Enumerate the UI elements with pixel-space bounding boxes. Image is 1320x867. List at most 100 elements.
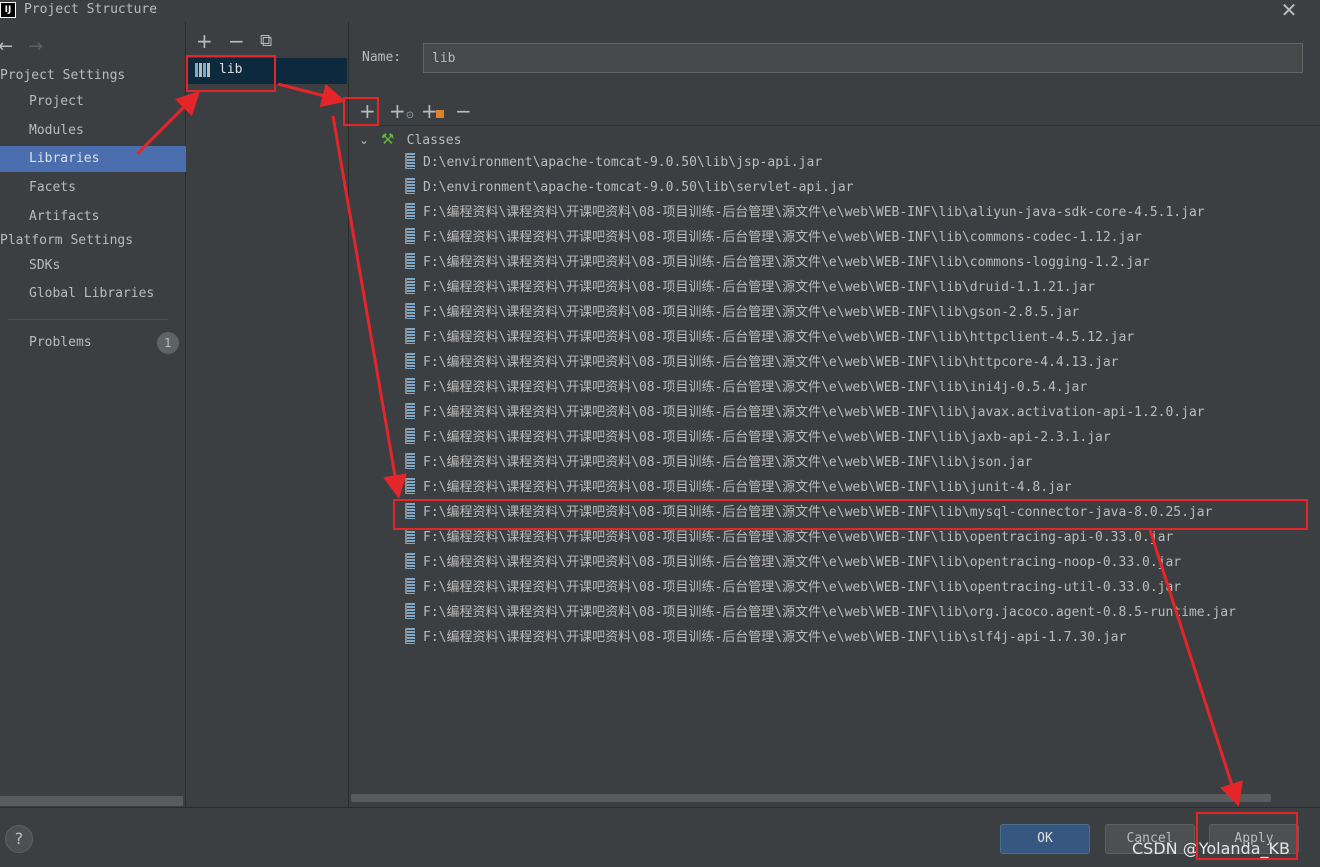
jar-file-icon — [405, 578, 415, 594]
jar-path: D:\environment\apache-tomcat-9.0.50\lib\… — [423, 155, 823, 170]
title-bar: IJ Project Structure ✕ — [0, 0, 1320, 22]
jar-file-icon — [405, 603, 415, 619]
ok-button[interactable]: OK — [1000, 824, 1090, 854]
jar-file-icon — [405, 153, 415, 169]
annotation-box-add — [343, 97, 379, 126]
jar-path: F:\编程资料\课程资料\开课吧资料\08-项目训练-后台管理\源文件\e\we… — [423, 280, 1096, 295]
copy-library-icon[interactable]: ⧉ — [260, 30, 272, 52]
jar-row[interactable]: F:\编程资料\课程资料\开课吧资料\08-项目训练-后台管理\源文件\e\we… — [405, 225, 1142, 250]
jar-path: F:\编程资料\课程资料\开课吧资料\08-项目训练-后台管理\源文件\e\we… — [423, 480, 1072, 495]
jar-row[interactable]: D:\environment\apache-tomcat-9.0.50\lib\… — [405, 175, 853, 200]
jar-path: F:\编程资料\课程资料\开课吧资料\08-项目训练-后台管理\源文件\e\we… — [423, 455, 1033, 470]
jar-path: F:\编程资料\课程资料\开课吧资料\08-项目训练-后台管理\源文件\e\we… — [423, 330, 1135, 345]
jar-file-icon — [405, 378, 415, 394]
help-icon[interactable]: ? — [5, 825, 33, 853]
jar-path: F:\编程资料\课程资料\开课吧资料\08-项目训练-后台管理\源文件\e\we… — [423, 255, 1150, 270]
jar-row[interactable]: F:\编程资料\课程资料\开课吧资料\08-项目训练-后台管理\源文件\e\we… — [405, 625, 1126, 650]
attach-specification-icon[interactable]: +⊙ — [389, 100, 414, 127]
classes-tree: ⌄ ⚒ Classes D:\environment\apache-tomcat… — [349, 126, 1320, 794]
classes-toolbar: + +⊙ + − — [349, 98, 1320, 126]
jar-path: F:\编程资料\课程资料\开课吧资料\08-项目训练-后台管理\源文件\e\we… — [423, 555, 1182, 570]
intellij-app-icon: IJ — [0, 2, 16, 18]
annotation-box-mysql-jar — [393, 499, 1308, 530]
nav-item-global-libraries[interactable]: Global Libraries — [0, 281, 186, 307]
jar-path: F:\编程资料\课程资料\开课吧资料\08-项目训练-后台管理\源文件\e\we… — [423, 580, 1182, 595]
jar-path: F:\编程资料\课程资料\开课吧资料\08-项目训练-后台管理\源文件\e\we… — [423, 205, 1205, 220]
jar-row[interactable]: F:\编程资料\课程资料\开课吧资料\08-项目训练-后台管理\源文件\e\we… — [405, 250, 1150, 275]
name-label: Name: — [362, 50, 402, 65]
forward-arrow-icon[interactable]: → — [28, 36, 43, 57]
jar-row[interactable]: F:\编程资料\课程资料\开课吧资料\08-项目训练-后台管理\源文件\e\we… — [405, 200, 1205, 225]
nav-scrollbar[interactable] — [0, 796, 183, 806]
jar-file-icon — [405, 303, 415, 319]
jar-file-icon — [405, 453, 415, 469]
classes-label: Classes — [406, 133, 462, 148]
back-arrow-icon[interactable]: ← — [0, 36, 13, 57]
window-title: Project Structure — [24, 2, 158, 17]
library-detail-pane: Name: + +⊙ + − ⌄ ⚒ Classes D:\environmen… — [348, 22, 1320, 807]
jar-file-icon — [405, 528, 415, 544]
jar-row[interactable]: F:\编程资料\课程资料\开课吧资料\08-项目训练-后台管理\源文件\e\we… — [405, 600, 1236, 625]
jar-file-icon — [405, 253, 415, 269]
jar-file-icon — [405, 353, 415, 369]
jar-row[interactable]: F:\编程资料\课程资料\开课吧资料\08-项目训练-后台管理\源文件\e\we… — [405, 350, 1119, 375]
jar-path: F:\编程资料\课程资料\开课吧资料\08-项目训练-后台管理\源文件\e\we… — [423, 405, 1205, 420]
jar-row[interactable]: F:\编程资料\课程资料\开课吧资料\08-项目训练-后台管理\源文件\e\we… — [405, 400, 1205, 425]
jar-file-icon — [405, 628, 415, 644]
jar-file-icon — [405, 553, 415, 569]
jar-file-icon — [405, 278, 415, 294]
add-jar-directory-icon[interactable]: + — [421, 100, 444, 122]
settings-nav: ← → Project Settings Project Modules Lib… — [0, 22, 186, 807]
classes-root-node[interactable]: ⌄ ⚒ Classes — [359, 130, 461, 150]
jar-path: D:\environment\apache-tomcat-9.0.50\lib\… — [423, 180, 854, 195]
remove-classes-icon[interactable]: − — [455, 100, 472, 122]
jar-file-icon — [405, 428, 415, 444]
nav-divider — [8, 319, 168, 320]
jar-row[interactable]: F:\编程资料\课程资料\开课吧资料\08-项目训练-后台管理\源文件\e\we… — [405, 475, 1072, 500]
nav-item-facets[interactable]: Facets — [0, 175, 186, 201]
chevron-down-icon[interactable]: ⌄ — [359, 133, 373, 147]
annotation-box-apply — [1196, 812, 1298, 860]
jar-row[interactable]: D:\environment\apache-tomcat-9.0.50\lib\… — [405, 150, 822, 175]
jar-file-icon — [405, 203, 415, 219]
jar-row[interactable]: F:\编程资料\课程资料\开课吧资料\08-项目训练-后台管理\源文件\e\we… — [405, 575, 1181, 600]
nav-item-modules[interactable]: Modules — [0, 118, 186, 144]
jar-file-icon — [405, 178, 415, 194]
jar-path: F:\编程资料\课程资料\开课吧资料\08-项目训练-后台管理\源文件\e\we… — [423, 355, 1119, 370]
jar-path: F:\编程资料\课程资料\开课吧资料\08-项目训练-后台管理\源文件\e\we… — [423, 530, 1174, 545]
nav-item-sdks[interactable]: SDKs — [0, 253, 186, 279]
jar-row[interactable]: F:\编程资料\课程资料\开课吧资料\08-项目训练-后台管理\源文件\e\we… — [405, 375, 1087, 400]
jar-row[interactable]: F:\编程资料\课程资料\开课吧资料\08-项目训练-后台管理\源文件\e\we… — [405, 275, 1095, 300]
jar-file-icon — [405, 403, 415, 419]
library-list-pane: + − ⧉ lib — [187, 22, 347, 807]
remove-library-icon[interactable]: − — [228, 30, 245, 52]
nav-item-libraries[interactable]: Libraries — [0, 146, 186, 172]
jar-path: F:\编程资料\课程资料\开课吧资料\08-项目训练-后台管理\源文件\e\we… — [423, 430, 1111, 445]
jar-row[interactable]: F:\编程资料\课程资料\开课吧资料\08-项目训练-后台管理\源文件\e\we… — [405, 300, 1079, 325]
close-icon[interactable]: ✕ — [1278, 0, 1300, 22]
dialog-button-bar: ? OK Cancel Apply — [0, 807, 1320, 867]
jar-row[interactable]: F:\编程资料\课程资料\开课吧资料\08-项目训练-后台管理\源文件\e\we… — [405, 325, 1134, 350]
jar-path: F:\编程资料\课程资料\开课吧资料\08-项目训练-后台管理\源文件\e\we… — [423, 630, 1127, 645]
section-platform-settings: Platform Settings — [0, 233, 134, 248]
jar-row[interactable]: F:\编程资料\课程资料\开课吧资料\08-项目训练-后台管理\源文件\e\we… — [405, 450, 1032, 475]
jar-file-icon — [405, 228, 415, 244]
jar-path: F:\编程资料\课程资料\开课吧资料\08-项目训练-后台管理\源文件\e\we… — [423, 230, 1142, 245]
jar-path: F:\编程资料\课程资料\开课吧资料\08-项目训练-后台管理\源文件\e\we… — [423, 605, 1236, 620]
horizontal-scrollbar[interactable] — [351, 794, 1271, 802]
jar-path: F:\编程资料\课程资料\开课吧资料\08-项目训练-后台管理\源文件\e\we… — [423, 380, 1088, 395]
jar-row[interactable]: F:\编程资料\课程资料\开课吧资料\08-项目训练-后台管理\源文件\e\we… — [405, 425, 1111, 450]
jar-file-icon — [405, 328, 415, 344]
hammer-icon: ⚒ — [380, 130, 395, 148]
problems-count-badge: 1 — [157, 332, 179, 354]
jar-file-icon — [405, 478, 415, 494]
jar-path: F:\编程资料\课程资料\开课吧资料\08-项目训练-后台管理\源文件\e\we… — [423, 305, 1080, 320]
section-project-settings: Project Settings — [0, 68, 126, 83]
annotation-box-lib — [186, 55, 276, 92]
library-list-toolbar: + − ⧉ — [187, 30, 347, 54]
nav-item-project[interactable]: Project — [0, 89, 186, 115]
add-library-icon[interactable]: + — [196, 30, 213, 52]
library-name-input[interactable] — [423, 43, 1303, 73]
jar-row[interactable]: F:\编程资料\课程资料\开课吧资料\08-项目训练-后台管理\源文件\e\we… — [405, 550, 1181, 575]
nav-item-artifacts[interactable]: Artifacts — [0, 204, 186, 230]
